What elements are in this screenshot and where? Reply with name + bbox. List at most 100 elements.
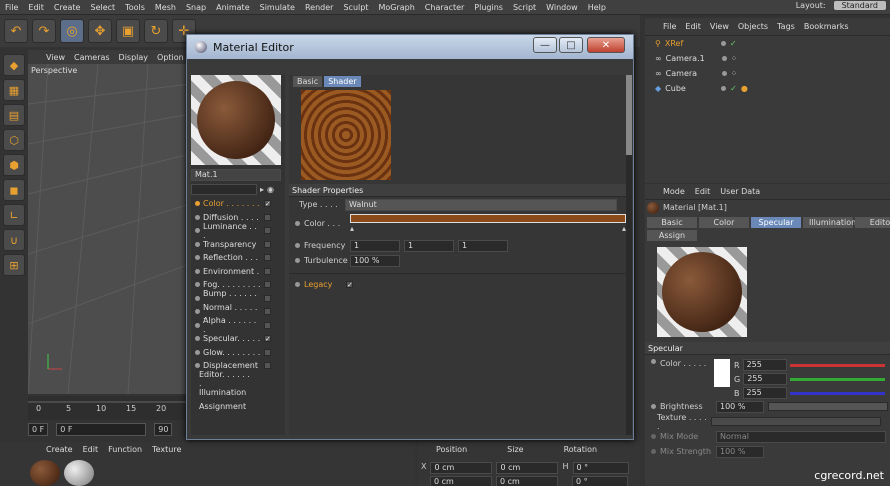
menu-mograph[interactable]: MoGraph	[373, 3, 419, 12]
channel-checkbox[interactable]	[264, 294, 271, 302]
model-mode-icon[interactable]: ◆	[3, 54, 25, 76]
start-frame-field[interactable]: 0 F	[28, 423, 49, 436]
frequency-y-field[interactable]: 1	[404, 239, 454, 252]
objmgr-menu-file[interactable]: File	[663, 22, 676, 31]
object-row-camera1[interactable]: ∞ Camera.1 ⁘	[645, 51, 890, 66]
frequency-z-field[interactable]: 1	[458, 239, 508, 252]
channel-item[interactable]: Color . . . . . . . ✓	[191, 197, 285, 211]
end-frame-field[interactable]: 90	[154, 423, 173, 436]
snap-icon[interactable]: ⊞	[3, 254, 25, 276]
menu-animate[interactable]: Animate	[211, 3, 255, 12]
r-field[interactable]: 255	[742, 359, 787, 371]
gradient-bar[interactable]	[350, 214, 626, 223]
animate-dot[interactable]	[295, 243, 300, 248]
rotate-icon[interactable]: ↻	[144, 19, 168, 43]
b-field[interactable]: 255	[742, 387, 787, 399]
channel-checkbox[interactable]: ✓	[264, 200, 271, 208]
attr-tab-assign[interactable]: Assign	[647, 230, 697, 241]
channel-item[interactable]: Environment .	[191, 265, 285, 279]
objmgr-menu-bookmarks[interactable]: Bookmarks	[804, 22, 849, 31]
menu-render[interactable]: Render	[300, 3, 338, 12]
menu-help[interactable]: Help	[583, 3, 611, 12]
channel-checkbox[interactable]	[264, 254, 271, 262]
object-row-xref[interactable]: ⚲ XRef ✓	[645, 36, 890, 51]
channel-checkbox[interactable]	[264, 348, 271, 356]
visibility-dot[interactable]	[721, 56, 727, 61]
enabled-check-icon[interactable]: ✓	[730, 84, 737, 93]
objmgr-menu-tags[interactable]: Tags	[777, 22, 795, 31]
menu-plugins[interactable]: Plugins	[469, 3, 508, 12]
undo-icon[interactable]: ↶	[4, 19, 28, 43]
object-row-cube[interactable]: ◆ Cube ✓ ●	[645, 81, 890, 96]
g-field[interactable]: 255	[743, 373, 788, 385]
coord-x-position[interactable]: 0 cm	[430, 462, 493, 474]
g-slider[interactable]	[790, 377, 886, 381]
move-icon[interactable]: ✥	[88, 19, 112, 43]
scrollbar-thumb[interactable]	[626, 75, 632, 155]
channel-checkbox[interactable]	[264, 362, 271, 370]
menu-create[interactable]: Create	[49, 3, 86, 12]
visibility-dot[interactable]	[721, 86, 727, 91]
tab-shader[interactable]: Shader	[324, 76, 361, 87]
channel-checkbox[interactable]	[264, 213, 271, 221]
viewport-menu-display[interactable]: Display	[119, 53, 149, 62]
channel-checkbox[interactable]	[264, 281, 271, 289]
channel-checkbox[interactable]: ✓	[264, 335, 271, 343]
animate-dot[interactable]	[651, 359, 656, 364]
matmgr-menu-function[interactable]: Function	[108, 445, 142, 454]
animate-dot[interactable]	[295, 282, 300, 287]
brightness-slider[interactable]	[768, 402, 888, 411]
material-editor-titlebar[interactable]: Material Editor — □ ✕	[187, 35, 633, 59]
channel-editor[interactable]: Editor. . . . . . .	[191, 370, 285, 388]
animate-dot[interactable]	[295, 258, 300, 263]
matmgr-menu-create[interactable]: Create	[46, 445, 73, 454]
brightness-field[interactable]: 100 %	[716, 400, 764, 413]
matmgr-menu-texture[interactable]: Texture	[152, 445, 181, 454]
scale-icon[interactable]: ▣	[116, 19, 140, 43]
menu-simulate[interactable]: Simulate	[255, 3, 300, 12]
timeline-ruler[interactable]: 0 5 10 15 20	[28, 396, 190, 420]
coord-y-size[interactable]: 0 cm	[496, 476, 558, 486]
maximize-button[interactable]: □	[559, 37, 583, 53]
frequency-x-field[interactable]: 1	[350, 239, 400, 252]
material-thumb-default[interactable]	[64, 460, 94, 486]
tab-basic[interactable]: Basic	[293, 76, 323, 87]
channel-illumination[interactable]: Illumination	[191, 386, 285, 400]
viewport-menu-view[interactable]: View	[46, 53, 65, 62]
magnet-icon[interactable]: ∪	[3, 229, 25, 251]
visibility-dot[interactable]	[721, 71, 727, 76]
channel-checkbox[interactable]	[264, 321, 271, 329]
attr-menu-userdata[interactable]: User Data	[720, 187, 760, 196]
visibility-dot[interactable]	[720, 41, 726, 46]
channel-item[interactable]: Transparency	[191, 238, 285, 252]
r-slider[interactable]	[789, 363, 885, 367]
arrow-right-icon[interactable]: ▸	[260, 185, 264, 194]
menu-tools[interactable]: Tools	[120, 3, 150, 12]
coord-h-rotation[interactable]: 0 °	[572, 462, 629, 474]
channel-item[interactable]: Alpha . . . . . . .	[191, 316, 285, 334]
material-name-field[interactable]: Mat.1	[191, 169, 281, 181]
enabled-check-icon[interactable]: ✓	[730, 39, 737, 48]
turbulence-field[interactable]: 100 %	[350, 254, 400, 267]
coord-x-size[interactable]: 0 cm	[496, 462, 559, 474]
menu-snap[interactable]: Snap	[181, 3, 211, 12]
channel-item[interactable]: Glow. . . . . . . .	[191, 346, 285, 360]
texture-slot[interactable]	[711, 417, 881, 426]
material-tag-icon[interactable]: ●	[741, 84, 748, 93]
legacy-checkbox[interactable]: ✓	[346, 281, 353, 289]
animate-dot[interactable]	[651, 404, 656, 409]
attr-tab-color[interactable]: Color	[699, 217, 749, 228]
attr-menu-edit[interactable]: Edit	[695, 187, 711, 196]
viewport-menu-options[interactable]: Option	[157, 53, 184, 62]
channel-item[interactable]: Reflection . . .	[191, 251, 285, 265]
live-selection-icon[interactable]: ◎	[60, 19, 84, 43]
color-gradient[interactable]: ▴ ▴	[350, 214, 626, 233]
menu-edit[interactable]: Edit	[23, 3, 49, 12]
attr-tab-illumination[interactable]: Illumination	[803, 217, 856, 228]
picker-icon[interactable]: ◉	[267, 185, 274, 194]
material-filter-field[interactable]	[191, 184, 257, 195]
current-frame-field[interactable]: 0 F	[56, 423, 147, 436]
type-dropdown[interactable]: Walnut	[345, 198, 617, 211]
object-row-camera[interactable]: ∞ Camera ⁘	[645, 66, 890, 81]
points-mode-icon[interactable]: ⬡	[3, 129, 25, 151]
